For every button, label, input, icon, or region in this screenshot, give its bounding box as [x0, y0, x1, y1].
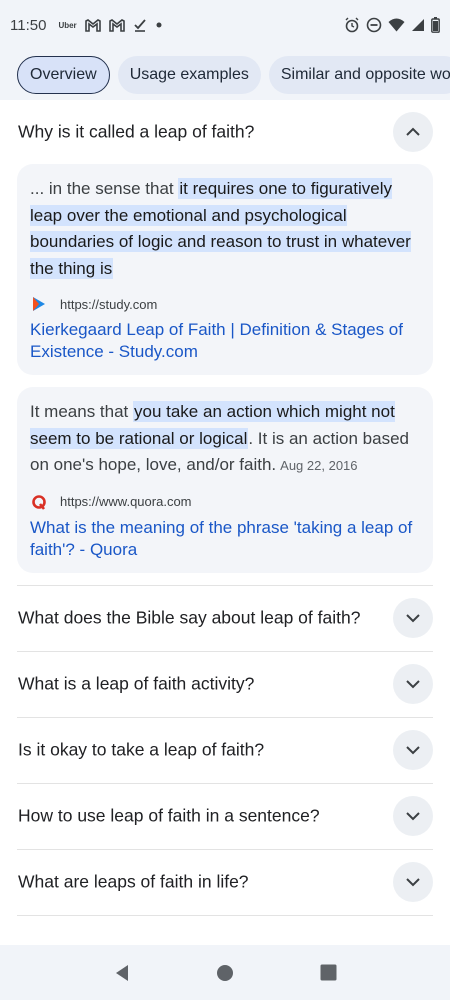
alarm-icon	[344, 17, 360, 33]
status-bar: 11:50 Uber	[0, 0, 450, 50]
question-text: What is a leap of faith activity?	[18, 673, 255, 694]
recents-icon[interactable]	[308, 953, 348, 993]
navigation-bar	[0, 945, 450, 1000]
question-text: Why is it called a leap of faith?	[18, 121, 255, 142]
answer-prefix: ... in the sense that	[30, 179, 179, 198]
question-text: Is it okay to take a leap of faith?	[18, 739, 265, 760]
back-icon[interactable]	[102, 953, 142, 993]
signal-icon	[411, 18, 425, 32]
answer-date: Aug 22, 2016	[280, 458, 358, 473]
answer-snippet: It means that you take an action which m…	[30, 399, 420, 480]
chevron-down-icon[interactable]	[393, 598, 433, 638]
wifi-icon	[388, 18, 405, 32]
chevron-up-icon[interactable]	[393, 112, 433, 152]
home-icon[interactable]	[205, 953, 245, 993]
status-time: 11:50	[10, 16, 47, 34]
gmail-icon	[84, 18, 101, 32]
source-link[interactable]: What is the meaning of the phrase 'takin…	[30, 517, 420, 561]
chip-overview[interactable]: Overview	[17, 56, 110, 94]
system-icons	[344, 17, 440, 33]
filter-chips: Overview Usage examples Similar and oppo…	[0, 50, 450, 100]
chevron-down-icon[interactable]	[393, 730, 433, 770]
uber-icon: Uber	[58, 20, 77, 30]
question-row-expanded[interactable]: Why is it called a leap of faith?	[17, 100, 433, 164]
question-row[interactable]: What are leaps of faith in life?	[17, 850, 433, 916]
study-favicon-icon	[30, 295, 48, 313]
notification-icons: Uber	[58, 18, 162, 32]
question-text: What are leaps of faith in life?	[18, 871, 249, 892]
faq-content: Why is it called a leap of faith? ... in…	[0, 100, 450, 916]
answer-snippet: ... in the sense that it requires one to…	[30, 176, 420, 282]
source-row: https://study.com	[30, 295, 420, 313]
question-text: How to use leap of faith in a sentence?	[18, 805, 320, 826]
question-row[interactable]: Is it okay to take a leap of faith?	[17, 718, 433, 784]
answer-prefix: It means that	[30, 402, 133, 421]
question-text: What does the Bible say about leap of fa…	[18, 607, 361, 628]
chevron-down-icon[interactable]	[393, 796, 433, 836]
check-icon	[133, 18, 147, 32]
battery-icon	[431, 17, 440, 33]
chevron-down-icon[interactable]	[393, 862, 433, 902]
chip-similar-opposite[interactable]: Similar and opposite wo	[268, 56, 450, 94]
source-url: https://study.com	[60, 296, 158, 312]
source-url: https://www.quora.com	[60, 494, 192, 509]
source-link[interactable]: Kierkegaard Leap of Faith | Definition &…	[30, 319, 420, 363]
chip-usage-examples[interactable]: Usage examples	[117, 56, 261, 94]
question-row[interactable]: How to use leap of faith in a sentence?	[17, 784, 433, 850]
chevron-down-icon[interactable]	[393, 664, 433, 704]
source-row: https://www.quora.com	[30, 493, 420, 511]
question-row[interactable]: What is a leap of faith activity?	[17, 652, 433, 718]
dot-icon	[155, 21, 163, 29]
quora-favicon-icon	[30, 493, 48, 511]
question-row[interactable]: What does the Bible say about leap of fa…	[17, 586, 433, 652]
dnd-icon	[366, 17, 382, 33]
answer-card: It means that you take an action which m…	[17, 387, 433, 573]
answer-card: ... in the sense that it requires one to…	[17, 164, 433, 375]
gmail-icon	[108, 18, 125, 32]
